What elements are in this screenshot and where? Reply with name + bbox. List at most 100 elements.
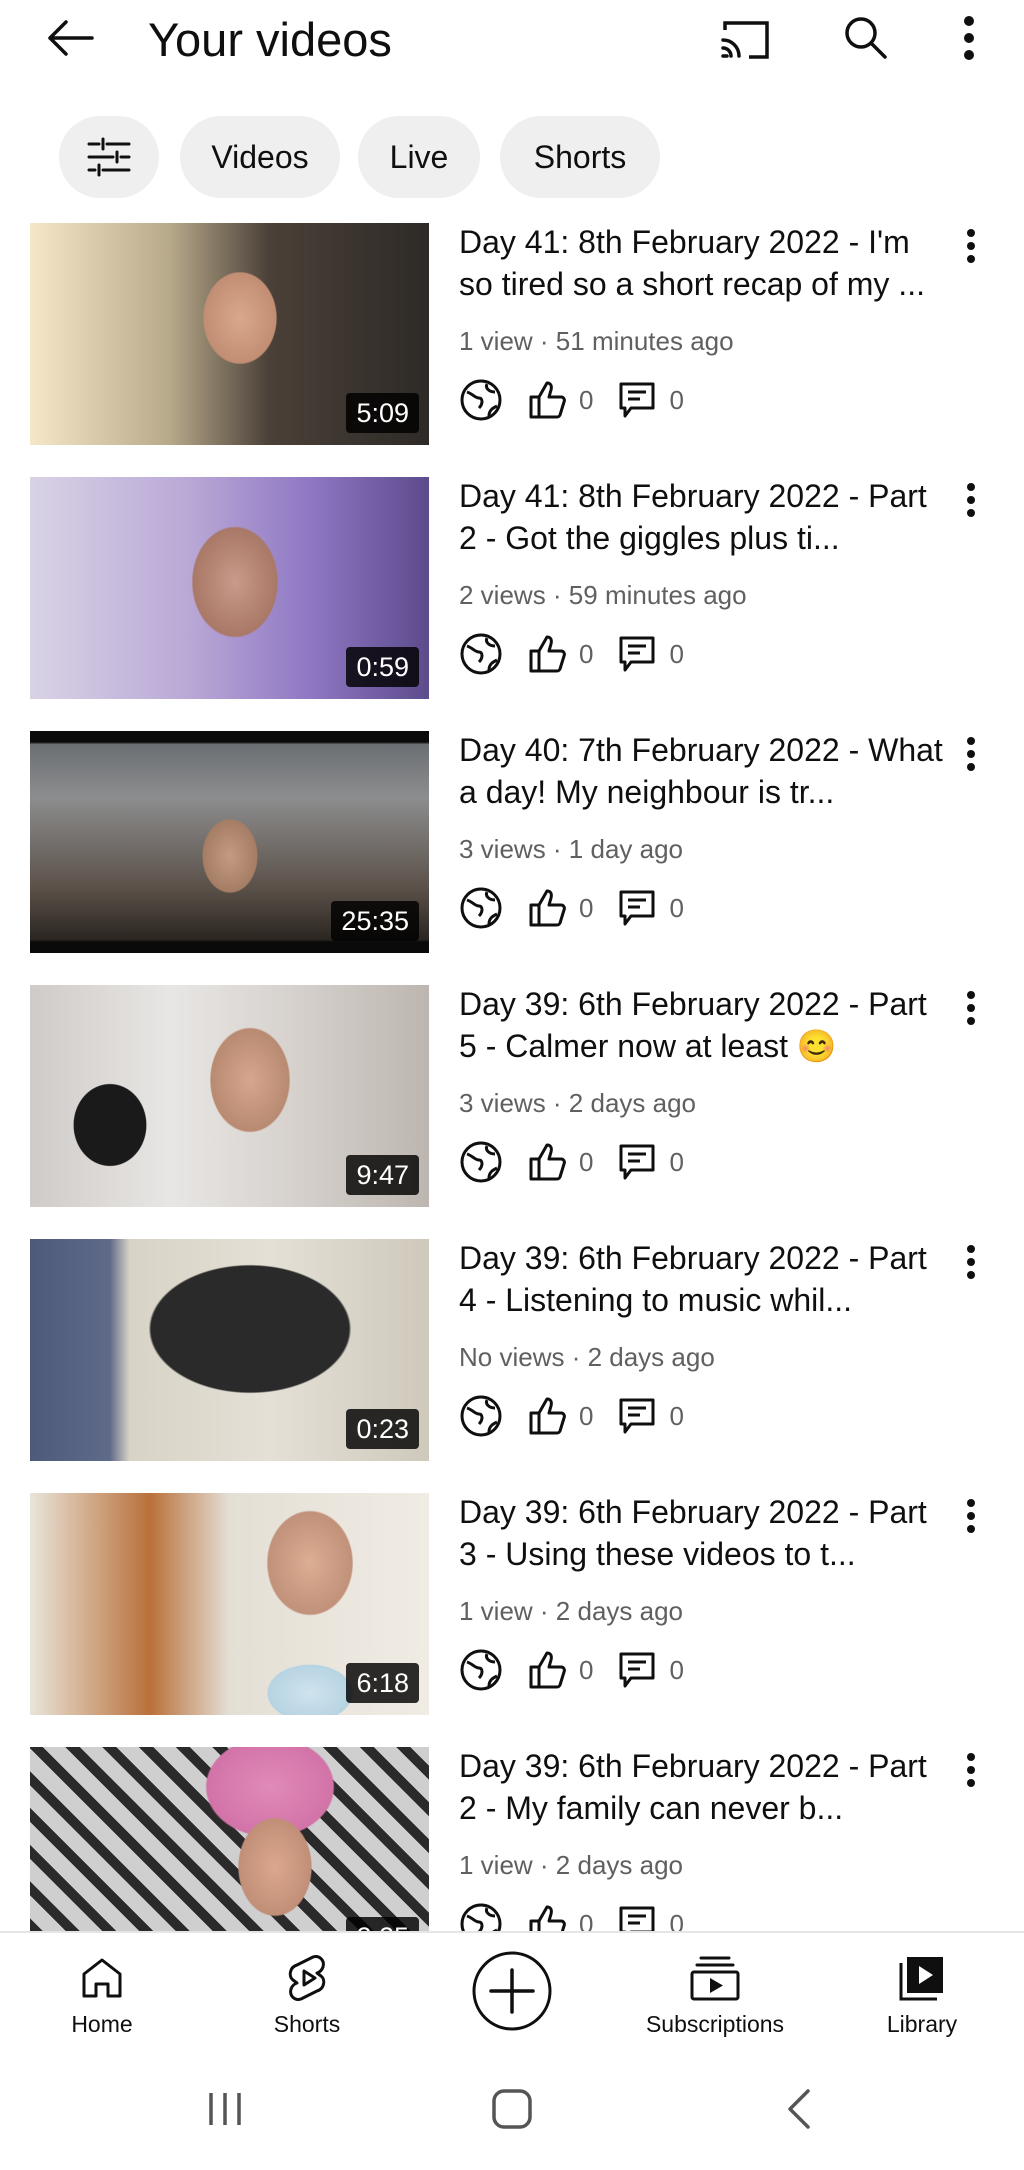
likes-count: 0 xyxy=(579,1908,594,1932)
comments-count: 0 xyxy=(669,1908,684,1932)
video-title[interactable]: Day 39: 6th February 2022 - Part 3 - Usi… xyxy=(459,1491,949,1575)
page-title: Your videos xyxy=(148,13,392,66)
thumbs-up-icon xyxy=(527,380,567,420)
video-title[interactable]: Day 39: 6th February 2022 - Part 5 - Cal… xyxy=(459,983,949,1067)
comment-icon xyxy=(617,1904,657,1931)
more-vert-icon[interactable] xyxy=(956,1237,986,1287)
video-row[interactable]: 0:59 Day 41: 8th February 2022 - Part 2 … xyxy=(0,475,1024,699)
public-globe-icon xyxy=(459,632,503,676)
public-globe-icon xyxy=(459,1394,503,1438)
video-row[interactable]: 0:23 Day 39: 6th February 2022 - Part 4 … xyxy=(0,1237,1024,1461)
system-nav-bar xyxy=(0,2051,1024,2170)
video-meta: 1 view · 51 minutes ago xyxy=(459,326,734,356)
video-actions: 0 0 xyxy=(459,1391,708,1441)
video-actions: 0 0 xyxy=(459,1899,708,1931)
public-globe-icon xyxy=(459,1902,503,1931)
chip-shorts[interactable]: Shorts xyxy=(500,116,660,198)
thumbs-up-icon xyxy=(527,634,567,674)
shorts-icon xyxy=(285,1951,329,2005)
comments-count: 0 xyxy=(669,384,684,415)
duration-badge: 0:23 xyxy=(346,1409,419,1449)
comments-count: 0 xyxy=(669,1146,684,1177)
duration-badge: 5:09 xyxy=(346,393,419,433)
public-globe-icon xyxy=(459,1140,503,1184)
nav-label: Library xyxy=(886,2011,958,2037)
video-thumbnail[interactable]: 0:59 xyxy=(30,477,429,699)
video-row[interactable]: 5:09 Day 41: 8th February 2022 - I'm so … xyxy=(0,221,1024,445)
thumbs-up-icon xyxy=(527,1904,567,1931)
public-globe-icon xyxy=(459,1648,503,1692)
nav-shorts[interactable]: Shorts xyxy=(247,1933,367,2053)
home-button-icon[interactable] xyxy=(484,2081,540,2137)
duration-badge: 2:25 xyxy=(346,1917,419,1931)
more-vert-icon[interactable] xyxy=(956,1745,986,1795)
back-arrow-icon[interactable] xyxy=(40,12,100,64)
nav-label: Home xyxy=(71,2011,133,2037)
create-plus-icon xyxy=(471,1951,553,2031)
comments-count: 0 xyxy=(669,1400,684,1431)
thumbs-up-icon xyxy=(527,1650,567,1690)
video-actions: 0 0 xyxy=(459,629,708,679)
more-vert-icon[interactable] xyxy=(956,475,986,525)
back-chevron-icon[interactable] xyxy=(774,2081,824,2137)
video-row[interactable]: 2:25 Day 39: 6th February 2022 - Part 2 … xyxy=(0,1745,1024,1931)
comment-icon xyxy=(617,634,657,674)
likes-count: 0 xyxy=(579,384,594,415)
video-title[interactable]: Day 41: 8th February 2022 - I'm so tired… xyxy=(459,221,949,305)
video-row[interactable]: 6:18 Day 39: 6th February 2022 - Part 3 … xyxy=(0,1491,1024,1715)
video-actions: 0 0 xyxy=(459,1645,708,1695)
comments-count: 0 xyxy=(669,892,684,923)
video-meta: 3 views · 2 days ago xyxy=(459,1088,697,1118)
thumbs-up-icon xyxy=(527,1396,567,1436)
comment-icon xyxy=(617,1396,657,1436)
more-vert-icon[interactable] xyxy=(956,729,986,779)
home-icon xyxy=(78,1951,126,2005)
video-row[interactable]: 9:47 Day 39: 6th February 2022 - Part 5 … xyxy=(0,983,1024,1207)
nav-subscriptions[interactable]: Subscriptions xyxy=(640,1933,790,2053)
more-vert-icon[interactable] xyxy=(954,12,984,64)
filter-settings-chip[interactable] xyxy=(59,116,159,198)
nav-label: Subscriptions xyxy=(645,2011,785,2037)
video-title[interactable]: Day 41: 8th February 2022 - Part 2 - Got… xyxy=(459,475,949,559)
video-thumbnail[interactable]: 2:25 xyxy=(30,1747,429,1931)
chip-live[interactable]: Live xyxy=(358,116,480,198)
more-vert-icon[interactable] xyxy=(956,221,986,271)
comments-count: 0 xyxy=(669,1654,684,1685)
nav-library[interactable]: Library xyxy=(862,1933,982,2053)
duration-badge: 0:59 xyxy=(346,647,419,687)
chip-videos[interactable]: Videos xyxy=(180,116,340,198)
nav-create[interactable] xyxy=(452,1933,572,2053)
video-thumbnail[interactable]: 9:47 xyxy=(30,985,429,1207)
top-app-bar: Your videos xyxy=(0,0,1024,80)
likes-count: 0 xyxy=(579,1400,594,1431)
more-vert-icon[interactable] xyxy=(956,1491,986,1541)
comment-icon xyxy=(617,1650,657,1690)
video-meta: No views · 2 days ago xyxy=(459,1342,715,1372)
duration-badge: 25:35 xyxy=(331,901,419,941)
video-thumbnail[interactable]: 0:23 xyxy=(30,1239,429,1461)
video-title[interactable]: Day 40: 7th February 2022 - What a day! … xyxy=(459,729,949,813)
video-meta: 1 view · 2 days ago xyxy=(459,1596,684,1626)
duration-badge: 6:18 xyxy=(346,1663,419,1703)
comment-icon xyxy=(617,888,657,928)
video-thumbnail[interactable]: 6:18 xyxy=(30,1493,429,1715)
video-thumbnail[interactable]: 25:35 xyxy=(30,731,429,953)
search-icon[interactable] xyxy=(836,12,896,64)
video-title[interactable]: Day 39: 6th February 2022 - Part 2 - My … xyxy=(459,1745,949,1829)
video-list: 5:09 Day 41: 8th February 2022 - I'm so … xyxy=(0,221,1024,1931)
video-thumbnail[interactable]: 5:09 xyxy=(30,223,429,445)
library-icon xyxy=(897,1951,947,2005)
comment-icon xyxy=(617,1142,657,1182)
video-title[interactable]: Day 39: 6th February 2022 - Part 4 - Lis… xyxy=(459,1237,949,1321)
duration-badge: 9:47 xyxy=(346,1155,419,1195)
likes-count: 0 xyxy=(579,892,594,923)
video-actions: 0 0 xyxy=(459,883,708,933)
cast-icon[interactable] xyxy=(716,14,776,66)
video-row[interactable]: 25:35 Day 40: 7th February 2022 - What a… xyxy=(0,729,1024,953)
nav-home[interactable]: Home xyxy=(42,1933,162,2053)
more-vert-icon[interactable] xyxy=(956,983,986,1033)
recent-apps-icon[interactable] xyxy=(200,2081,250,2137)
video-actions: 0 0 xyxy=(459,375,708,425)
bottom-nav: Home Shorts Subscriptions Library xyxy=(0,1931,1024,2053)
likes-count: 0 xyxy=(579,1654,594,1685)
